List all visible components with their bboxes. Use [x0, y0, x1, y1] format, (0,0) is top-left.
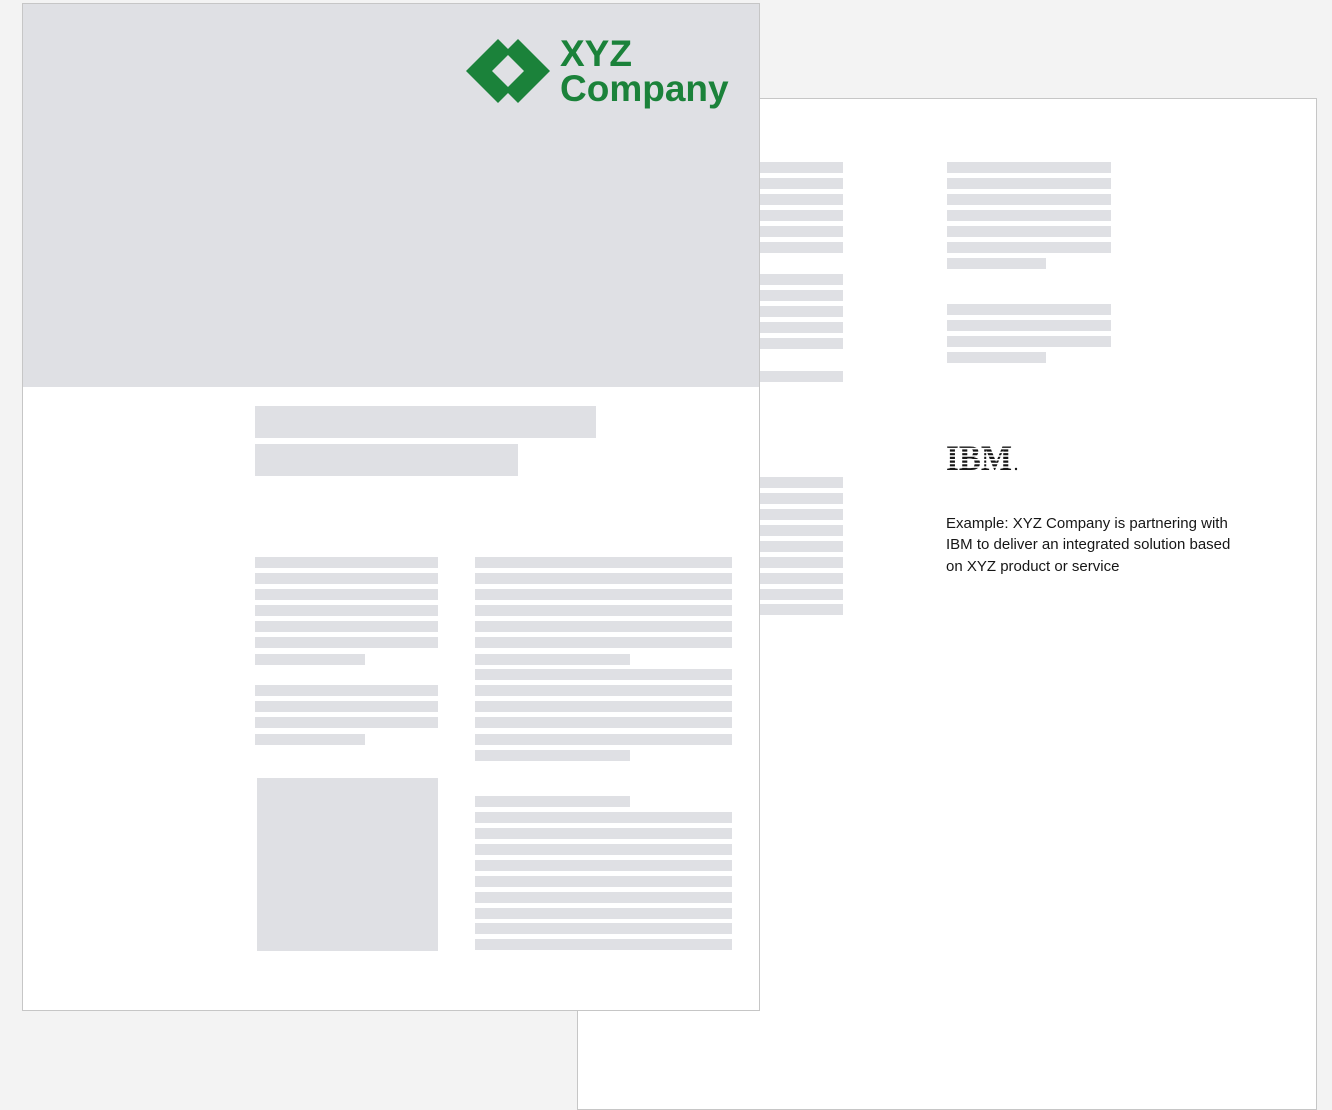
text-placeholder-line: [475, 573, 732, 584]
text-placeholder-line: [947, 178, 1111, 189]
text-placeholder-line: [475, 844, 732, 855]
hero-image-placeholder: XYZ Company: [23, 4, 759, 387]
text-placeholder-line: [748, 477, 843, 488]
text-placeholder-line: [947, 352, 1046, 363]
logo-wordmark: XYZ Company: [560, 33, 729, 109]
text-placeholder-line: [475, 637, 732, 648]
text-placeholder-line: [748, 226, 843, 237]
text-placeholder-line: [255, 557, 438, 568]
text-placeholder-line: [748, 178, 843, 189]
diamond-logo-icon: [466, 39, 550, 103]
text-placeholder-line: [748, 194, 843, 205]
text-placeholder-line: [475, 605, 732, 616]
logo-line-2: Company: [560, 68, 729, 109]
text-placeholder-line: [748, 242, 843, 253]
text-placeholder-line: [748, 525, 843, 536]
text-placeholder-line: [475, 589, 732, 600]
text-placeholder-line: [748, 371, 843, 382]
text-placeholder-line: [255, 685, 438, 696]
text-placeholder-line: [748, 306, 843, 317]
text-placeholder-line: [255, 717, 438, 728]
title-placeholder-line: [255, 406, 596, 438]
text-placeholder-line: [475, 923, 732, 934]
text-placeholder-line: [475, 669, 732, 680]
text-placeholder-line: [947, 320, 1111, 331]
text-placeholder-line: [947, 336, 1111, 347]
text-placeholder-line: [475, 750, 630, 761]
text-placeholder-line: [255, 734, 365, 745]
text-placeholder-line: [255, 701, 438, 712]
text-placeholder-line: [475, 621, 732, 632]
text-placeholder-line: [475, 685, 732, 696]
text-placeholder-line: [947, 194, 1111, 205]
text-placeholder-line: [475, 654, 630, 665]
text-placeholder-line: [947, 162, 1111, 173]
text-placeholder-line: [748, 509, 843, 520]
text-placeholder-line: [748, 493, 843, 504]
text-placeholder-line: [475, 876, 732, 887]
text-placeholder-line: [475, 557, 732, 568]
text-placeholder-line: [947, 226, 1111, 237]
text-placeholder-line: [947, 242, 1111, 253]
text-placeholder-line: [475, 892, 732, 903]
partnership-caption: Example: XYZ Company is partnering with …: [946, 515, 1231, 575]
front-page: XYZ Company: [22, 3, 760, 1011]
text-placeholder-line: [475, 908, 732, 919]
text-placeholder-line: [255, 654, 365, 665]
text-placeholder-line: [748, 557, 843, 568]
text-placeholder-line: [748, 338, 843, 349]
text-placeholder-line: [748, 274, 843, 285]
svg-text:IBM: IBM: [946, 442, 1012, 472]
image-placeholder: [257, 778, 438, 951]
text-placeholder-line: [255, 573, 438, 584]
text-placeholder-line: [475, 717, 732, 728]
text-placeholder-line: [475, 812, 732, 823]
text-placeholder-line: [748, 162, 843, 173]
text-placeholder-line: [947, 258, 1046, 269]
text-placeholder-line: [475, 701, 732, 712]
text-placeholder-line: [255, 605, 438, 616]
subtitle-placeholder-line: [255, 444, 518, 476]
text-placeholder-line: [748, 210, 843, 221]
text-placeholder-line: [748, 589, 843, 600]
text-placeholder-line: [947, 304, 1111, 315]
text-placeholder-line: [947, 210, 1111, 221]
text-placeholder-line: [748, 541, 843, 552]
text-placeholder-line: [748, 604, 843, 615]
text-placeholder-line: [748, 573, 843, 584]
text-placeholder-line: [748, 290, 843, 301]
text-placeholder-line: [475, 860, 732, 871]
text-placeholder-line: [475, 796, 630, 807]
text-placeholder-line: [255, 589, 438, 600]
ibm-logo: IBM: [946, 442, 1018, 472]
logo-line-1: XYZ: [560, 33, 632, 74]
text-placeholder-line: [475, 828, 732, 839]
text-placeholder-line: [748, 322, 843, 333]
text-placeholder-line: [255, 637, 438, 648]
text-placeholder-line: [255, 621, 438, 632]
text-placeholder-line: [475, 734, 732, 745]
text-placeholder-line: [475, 939, 732, 950]
